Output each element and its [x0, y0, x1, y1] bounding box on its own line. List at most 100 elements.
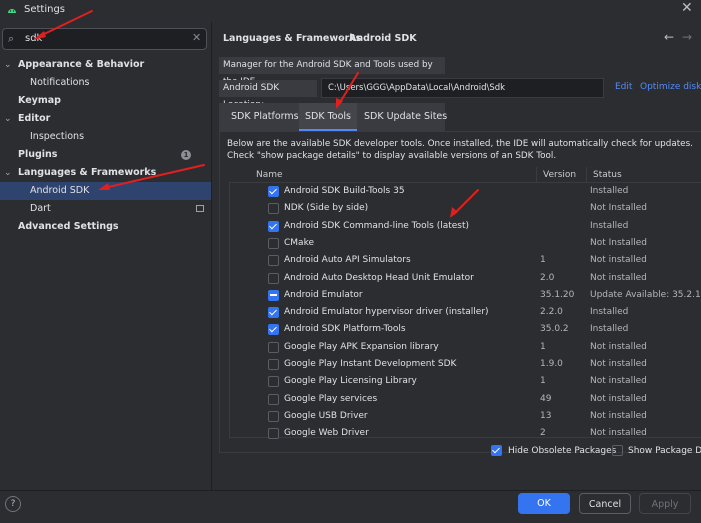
table-row[interactable]: Android Emulator 35.1.20 Update Available:… [230, 287, 701, 304]
package-checkbox[interactable] [268, 203, 279, 215]
package-name: NDK (Side by side) [284, 203, 369, 214]
cancel-button[interactable]: Cancel [579, 493, 631, 514]
search-icon: ⌕ [8, 32, 15, 45]
sidebar-item-label: Keymap [18, 95, 61, 106]
sidebar-item-plugins[interactable]: Plugins 1 [0, 146, 211, 164]
table-row[interactable]: Google Web Driver 2 Not installed [230, 425, 701, 442]
apply-button[interactable]: Apply [639, 493, 691, 514]
title-bar [0, 0, 701, 22]
package-checkbox[interactable] [268, 255, 279, 267]
plugin-updates-badge: 1 [181, 150, 191, 160]
sidebar-item-editor[interactable]: ⌄ Editor [0, 110, 211, 128]
package-name: Android SDK Platform-Tools [284, 324, 406, 335]
column-header-status[interactable]: Status [593, 170, 622, 180]
sidebar-item-label: Advanced Settings [18, 221, 119, 232]
chevron-down-icon[interactable]: ⌄ [4, 56, 12, 74]
sdk-tools-description: Below are the available SDK developer to… [227, 139, 693, 161]
package-status: Not Installed [590, 237, 647, 248]
hide-obsolete-packages-label[interactable]: Hide Obsolete Packages [508, 446, 616, 456]
search-input[interactable] [25, 31, 185, 46]
edit-location-link[interactable]: Edit [615, 82, 632, 92]
table-row[interactable]: Google USB Driver 13 Not installed [230, 408, 701, 425]
package-name: Google Play Licensing Library [284, 376, 417, 387]
package-status: Not installed [590, 393, 647, 404]
table-row[interactable]: Android Auto Desktop Head Unit Emulator 2… [230, 270, 701, 287]
back-arrow-icon[interactable]: ← [664, 30, 674, 44]
sidebar-item-languages-frameworks[interactable]: ⌄ Languages & Frameworks [0, 164, 211, 182]
table-row[interactable]: CMake Not Installed [230, 235, 701, 252]
sidebar-item-dart[interactable]: Dart [0, 200, 211, 218]
optimize-disk-space-link[interactable]: Optimize disk s [640, 82, 701, 92]
table-row[interactable]: Android SDK Command-line Tools (latest) I… [230, 218, 701, 235]
package-checkbox[interactable] [268, 237, 279, 249]
package-status: Installed [590, 186, 629, 196]
package-checkbox[interactable] [268, 341, 279, 353]
clear-search-icon[interactable]: ✕ [192, 31, 201, 44]
table-row[interactable]: Google Play Licensing Library 1 Not instal… [230, 373, 701, 390]
forward-arrow-icon[interactable]: → [682, 30, 692, 44]
table-row[interactable]: Google Play services 49 Not installed [230, 391, 701, 408]
sidebar-item-label: Dart [30, 203, 51, 214]
package-name: Google Play services [284, 393, 378, 404]
package-name: Google Play Instant Development SDK [284, 359, 457, 369]
tab-sdk-tools[interactable]: SDK Tools [299, 103, 357, 131]
sidebar-item-appearance-behavior[interactable]: ⌄ Appearance & Behavior [0, 56, 211, 74]
package-status: Installed [590, 307, 629, 318]
package-status: Not installed [590, 410, 647, 421]
package-checkbox[interactable] [268, 376, 279, 388]
sidebar-item-android-sdk[interactable]: Android SDK [0, 182, 211, 200]
search-field[interactable]: ⌕ ✕ [2, 28, 207, 50]
package-status: Not installed [590, 255, 647, 266]
package-name: Android Auto API Simulators [284, 255, 411, 266]
package-version: 35.1.20 [540, 289, 575, 300]
close-window-button[interactable]: ✕ [681, 0, 693, 16]
table-row[interactable]: Google Play Instant Development SDK 1.9.0… [230, 356, 701, 373]
package-checkbox[interactable] [268, 393, 279, 405]
package-status: Installed [590, 324, 629, 335]
table-row[interactable]: Android SDK Platform-Tools 35.0.2 Installe… [230, 321, 701, 338]
chevron-down-icon[interactable]: ⌄ [4, 164, 12, 182]
sdk-location-field[interactable]: C:\Users\GGG\AppData\Local\Android\Sdk [321, 78, 604, 98]
sidebar-item-label: Notifications [30, 77, 90, 88]
package-checkbox[interactable] [268, 359, 279, 370]
package-checkbox[interactable] [268, 410, 279, 422]
sidebar-item-advanced-settings[interactable]: Advanced Settings [0, 218, 211, 236]
package-version: 2.0 [540, 272, 555, 283]
column-header-version[interactable]: Version [543, 170, 576, 180]
sidebar-item-notifications[interactable]: Notifications [0, 74, 211, 92]
package-version: 2 [540, 428, 546, 439]
table-row[interactable]: Android Auto API Simulators 1 Not installe… [230, 252, 701, 269]
sidebar-item-label: Editor [18, 113, 51, 124]
sidebar-item-label: Android SDK [30, 185, 90, 196]
tab-sdk-update-sites[interactable]: SDK Update Sites [358, 103, 453, 131]
package-checkbox[interactable] [268, 428, 279, 440]
sidebar-item-keymap[interactable]: Keymap [0, 92, 211, 110]
help-button[interactable]: ? [5, 496, 21, 512]
sidebar-item-label: Languages & Frameworks [18, 167, 157, 178]
show-package-details-checkbox[interactable] [612, 445, 623, 456]
hide-obsolete-packages-checkbox[interactable] [491, 445, 502, 456]
breadcrumb-android-sdk: Android SDK [349, 33, 417, 44]
package-checkbox[interactable] [268, 289, 279, 301]
column-header-name[interactable]: Name [256, 170, 283, 180]
table-row[interactable]: Google Play APK Expansion library 1 Not in… [230, 339, 701, 356]
tab-sdk-platforms[interactable]: SDK Platforms [225, 103, 305, 131]
package-checkbox[interactable] [268, 272, 279, 284]
show-package-details-label[interactable]: Show Package Det [628, 446, 701, 456]
column-separator [536, 167, 537, 182]
package-checkbox[interactable] [268, 307, 279, 319]
package-status: Not installed [590, 359, 647, 369]
package-name: Google Web Driver [284, 428, 369, 439]
ok-button[interactable]: OK [518, 493, 570, 514]
package-checkbox[interactable] [268, 186, 279, 197]
table-row[interactable]: Android Emulator hypervisor driver (inst… [230, 304, 701, 321]
package-status: Installed [590, 220, 629, 231]
package-checkbox[interactable] [268, 220, 279, 232]
sidebar-item-inspections[interactable]: Inspections [0, 128, 211, 146]
column-separator [586, 167, 587, 182]
chevron-down-icon[interactable]: ⌄ [4, 110, 12, 128]
package-version: 1 [540, 255, 546, 266]
package-checkbox[interactable] [268, 324, 279, 336]
table-row[interactable]: NDK (Side by side) Not Installed [230, 200, 701, 217]
table-row[interactable]: Android SDK Build-Tools 35 Installed [230, 183, 701, 200]
